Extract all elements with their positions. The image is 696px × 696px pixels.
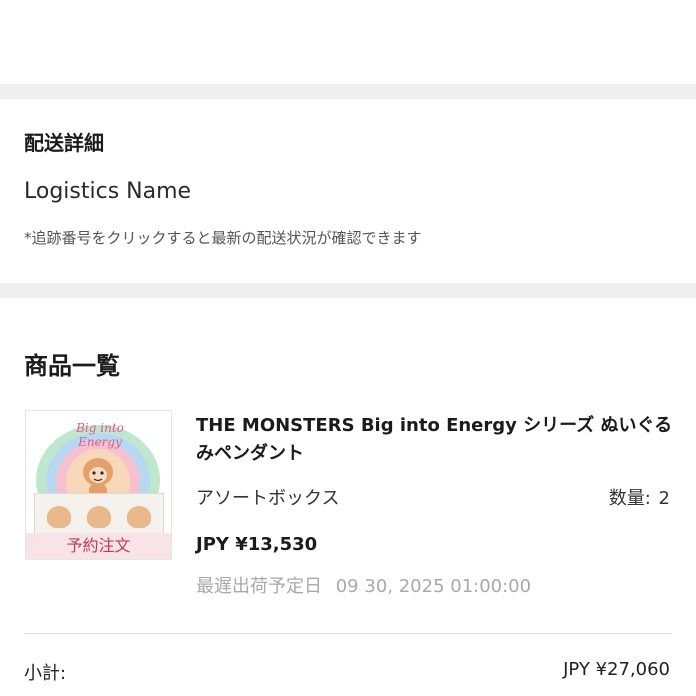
product-price: JPY ¥13,530: [196, 534, 318, 555]
subtotal-label: 小計:: [24, 663, 67, 684]
product-name[interactable]: THE MONSTERS Big into Energy シリーズ ぬいぐるみペ…: [196, 412, 676, 468]
product-thumbnail[interactable]: Big into Energy 予約注文: [25, 410, 172, 560]
quantity-label: 数量:: [608, 488, 651, 509]
ship-date-label: 最遅出荷予定日: [196, 576, 322, 597]
logistics-name[interactable]: Logistics Name: [24, 179, 191, 204]
product-quantity: 数量: 2: [609, 484, 670, 510]
thumbnail-logo: Big into Energy: [76, 421, 124, 449]
thumbnail-mini-figure: [127, 506, 151, 528]
latest-ship-date: 最遅出荷予定日 09 30, 2025 01:00:00: [196, 572, 531, 598]
divider: [24, 633, 672, 634]
top-card: [0, 0, 696, 84]
thumbnail-mini-figure: [87, 506, 111, 528]
tracking-note: *追跡番号をクリックすると最新の配送状況が確認できます: [24, 229, 422, 247]
preorder-badge: 予約注文: [26, 533, 171, 559]
subtotal-value: JPY ¥27,060: [563, 659, 670, 680]
thumbnail-mini-figure: [47, 506, 71, 528]
item-list-card: 商品一覧 Big into Energy 予約注文 THE MONSTERS B…: [0, 298, 696, 696]
quantity-value: 2: [658, 488, 670, 509]
product-variant: アソートボックス: [196, 488, 340, 509]
item-list-title: 商品一覧: [24, 352, 120, 380]
thumbnail-display-box: [34, 493, 164, 537]
ship-date-value: 09 30, 2025 01:00:00: [335, 576, 532, 597]
shipping-details-title: 配送詳細: [24, 131, 104, 155]
shipping-details-card: 配送詳細 Logistics Name *追跡番号をクリックすると最新の配送状況…: [0, 99, 696, 283]
